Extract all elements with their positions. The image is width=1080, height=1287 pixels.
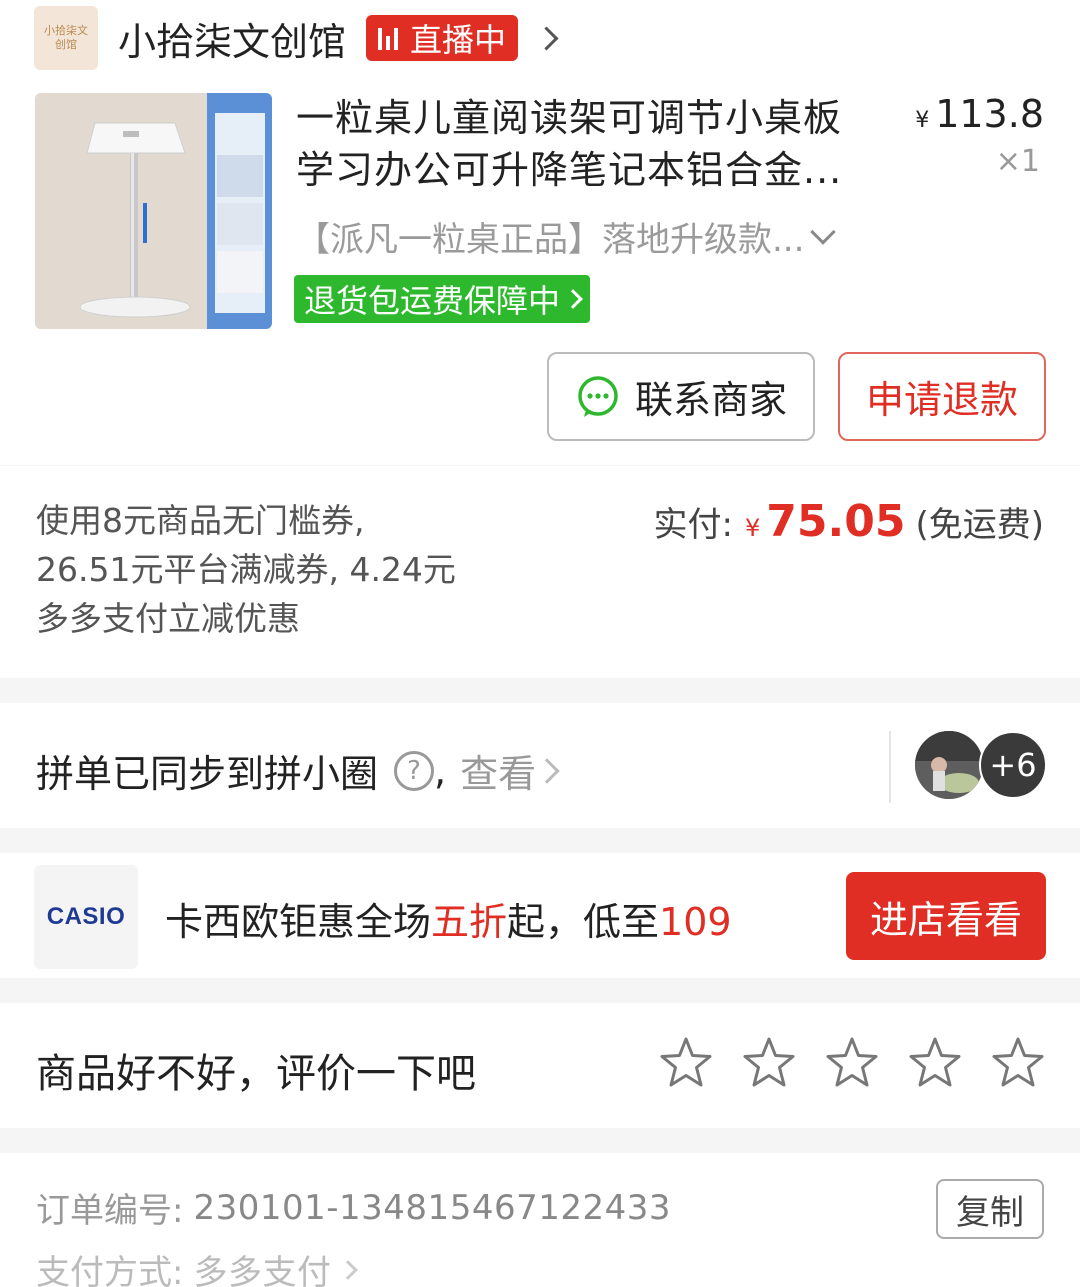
avatar[interactable] [915, 731, 983, 799]
product-spec[interactable]: 【派凡一粒桌正品】落地升级款... [296, 212, 856, 261]
chevron-right-icon [338, 1259, 359, 1280]
shop-header[interactable]: 小拾柒文创馆 小拾柒文创馆 直播中 [34, 6, 564, 70]
promo-discount: 五折 [431, 900, 508, 944]
paid-amount-row: 实付: ¥ 75.05 (免运费) [654, 496, 1044, 547]
chevron-down-icon [810, 218, 837, 245]
star-icon[interactable] [824, 1035, 880, 1091]
paid-currency: ¥ [745, 514, 761, 542]
product-image[interactable] [35, 93, 272, 329]
brand-logo[interactable]: CASIO [34, 865, 138, 969]
contact-seller-label: 联系商家 [634, 378, 787, 422]
chevron-right-icon[interactable] [534, 23, 564, 53]
product-title[interactable]: 一粒桌儿童阅读架可调节小桌板学习办公可升降笔记本铝合金... [296, 92, 876, 196]
return-shipping-badge[interactable]: 退货包运费保障中 [294, 275, 591, 323]
divider [889, 731, 891, 803]
star-icon[interactable] [741, 1035, 797, 1091]
order-info-card: 订单编号: 230101-134815467122433 复制 支付方式: 多多… [0, 1153, 1080, 1287]
copy-button[interactable]: 复制 [936, 1179, 1044, 1239]
coupon-details: 使用8元商品无门槛券, 26.51元平台满减券, 4.24元多多支付立减优惠 [36, 501, 456, 638]
price-value: 113.8 [935, 92, 1044, 136]
promo-price: 109 [659, 900, 732, 944]
paid-amount: 75.05 [766, 496, 906, 547]
paid-label: 实付: [653, 505, 733, 545]
share-row[interactable]: 拼单已同步到拼小圈 ? , 查看 [36, 743, 560, 798]
shop-name[interactable]: 小拾柒文创馆 [118, 11, 346, 66]
shop-logo[interactable]: 小拾柒文创馆 [34, 6, 98, 70]
star-icon[interactable] [907, 1035, 963, 1091]
promo-text-middle: 起，低至 [507, 900, 660, 944]
chevron-right-icon [563, 289, 583, 309]
star-rating[interactable] [658, 1035, 1046, 1091]
return-badge-label: 退货包运费保障中 [304, 282, 561, 320]
shipping-note: (免运费) [915, 505, 1044, 545]
product-price: ¥113.8 [915, 92, 1044, 136]
share-view-label: 查看 [460, 752, 537, 796]
live-badge[interactable]: 直播中 [366, 15, 519, 61]
order-number-label: 订单编号: [36, 1191, 184, 1231]
standing-desk-image [35, 93, 272, 329]
order-card: 小拾柒文创馆 小拾柒文创馆 直播中 一粒桌儿童阅读架可调节小桌板学习办公可升降笔… [0, 0, 1080, 465]
refund-button[interactable]: 申请退款 [838, 352, 1046, 441]
rating-prompt: 商品好不好，评价一下吧 [36, 1051, 476, 1097]
share-label: 拼单已同步到拼小圈 [36, 752, 379, 796]
order-number-row: 订单编号: 230101-134815467122433 [36, 1183, 671, 1232]
star-icon[interactable] [658, 1035, 714, 1091]
payment-method: 多多支付 [193, 1253, 332, 1287]
share-view-link[interactable]: 查看 [460, 743, 560, 798]
order-number: 230101-134815467122433 [193, 1187, 672, 1228]
chevron-right-icon [534, 757, 560, 784]
spec-text: 【派凡一粒桌正品】落地升级款... [296, 220, 805, 260]
payment-method-row[interactable]: 支付方式: 多多支付 [36, 1245, 359, 1287]
avatar-photo [915, 731, 983, 799]
contact-seller-button[interactable]: 联系商家 [547, 352, 815, 441]
visit-store-button[interactable]: 进店看看 [846, 872, 1046, 960]
avatar-more-count[interactable]: +6 [979, 731, 1047, 799]
share-separator: , [434, 748, 447, 793]
price-currency: ¥ [915, 108, 930, 133]
live-badge-label: 直播中 [410, 21, 507, 59]
live-bars-icon [378, 26, 399, 50]
group-share-card[interactable]: 拼单已同步到拼小圈 ? , 查看 +6 [0, 703, 1080, 828]
promo-text: 卡西欧钜惠全场五折起，低至109 [165, 891, 732, 946]
store-promo-card[interactable]: CASIO 卡西欧钜惠全场五折起，低至109 进店看看 [0, 853, 1080, 978]
product-quantity: ×1 [995, 144, 1040, 179]
payment-summary: 使用8元商品无门槛券, 26.51元平台满减券, 4.24元多多支付立减优惠 实… [0, 466, 1080, 678]
payment-method-label: 支付方式: [36, 1253, 184, 1287]
refund-label: 申请退款 [865, 378, 1018, 422]
chat-icon [578, 375, 618, 417]
rating-card: 商品好不好，评价一下吧 [0, 1003, 1080, 1128]
promo-text-start: 卡西欧钜惠全场 [165, 900, 432, 944]
help-icon[interactable]: ? [394, 750, 435, 791]
star-icon[interactable] [990, 1035, 1046, 1091]
